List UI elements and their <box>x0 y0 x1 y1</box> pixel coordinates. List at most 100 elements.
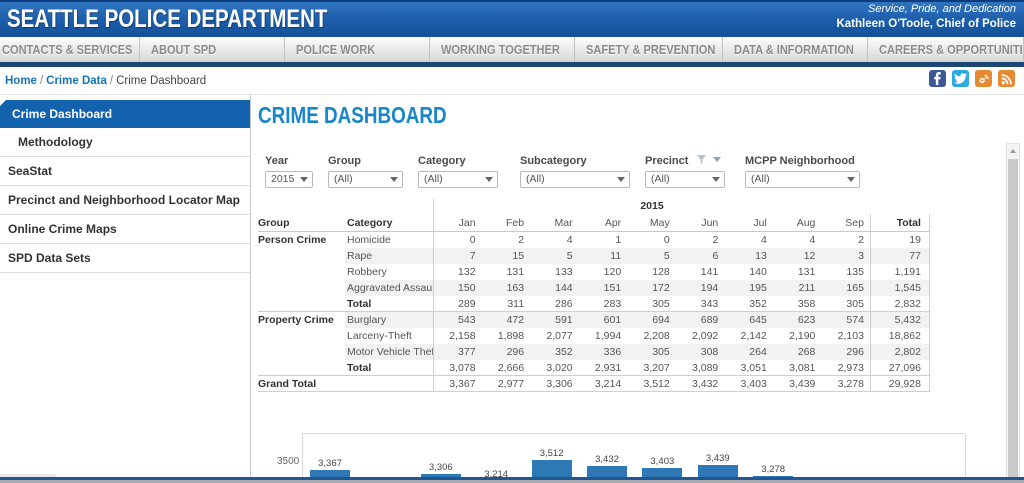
breadcrumb-row: Home / Crime Data / Crime Dashboard <box>0 67 1024 95</box>
value-cell: 694 <box>627 312 676 328</box>
nav-item-police-work[interactable]: POLICE WORK <box>285 37 430 62</box>
value-cell: 543 <box>433 312 482 328</box>
chevron-down-icon <box>300 177 308 182</box>
value-cell: 1,994 <box>594 330 622 342</box>
value-cell: 472 <box>481 312 531 328</box>
nav-item-safety-prevention[interactable]: SAFETY & PREVENTION <box>575 37 723 62</box>
rss-icon[interactable] <box>998 70 1015 87</box>
nav-item-contacts-services[interactable]: CONTACTS & SERVICES <box>0 37 140 62</box>
bar-value-label: 3,439 <box>705 453 730 465</box>
group-cell <box>258 264 345 280</box>
breadcrumb-link-home[interactable]: Home <box>5 75 37 87</box>
funnel-icon[interactable] <box>697 155 706 164</box>
group-cell <box>258 328 345 344</box>
filter-dropdown-mcpp-neighborhood[interactable]: (All) <box>745 171 860 188</box>
sidebar-item-crime-dashboard[interactable]: Crime Dashboard <box>0 100 250 128</box>
filter-dropdown-subcategory[interactable]: (All) <box>520 171 630 188</box>
table-row: Aggravated Assault 150 163 144 151 172 194 195 2… <box>258 280 930 296</box>
filter-group: Group (All) <box>328 155 403 188</box>
sidebar-item-spd-data-sets[interactable]: SPD Data Sets <box>0 244 250 273</box>
value-cell: 2,666 <box>497 362 525 374</box>
value-cell: 3,078 <box>433 360 482 375</box>
scrollbar-thumb[interactable] <box>1008 159 1018 477</box>
total-cell: 2,832 <box>869 296 930 311</box>
page-title: CRIME DASHBOARD <box>258 102 447 128</box>
total-cell: 1,191 <box>869 264 930 280</box>
twitter-icon[interactable] <box>952 70 969 87</box>
category-cell: Total <box>347 298 372 310</box>
filter-menu-caret-icon[interactable] <box>713 157 721 162</box>
value-cell: 296 <box>821 344 870 360</box>
table-row: Motor Vehicle Theft 377 296 352 336 305 308 264… <box>258 344 930 360</box>
col-header-month: Apr <box>604 217 622 229</box>
value-cell: 1,898 <box>497 330 525 342</box>
filter-value: (All) <box>334 173 353 185</box>
table-row: Total 3,078 2,666 3,020 2,931 3,207 3,089 3,051… <box>258 360 930 376</box>
value-cell: 286 <box>555 298 573 310</box>
group-cell <box>258 344 345 360</box>
sidebar-item-methodology[interactable]: Methodology <box>0 128 250 157</box>
embed-scrollbar[interactable] <box>1006 143 1020 483</box>
value-cell: 3,439 <box>789 378 816 390</box>
value-cell: 2,103 <box>837 330 864 342</box>
value-cell: 3,207 <box>643 362 670 374</box>
nav-item-data-information[interactable]: DATA & INFORMATION <box>723 37 868 62</box>
filter-value: (All) <box>424 173 443 185</box>
category-cell: Larceny-Theft <box>347 330 412 342</box>
filter-label: Precinct <box>645 155 725 167</box>
sidebar-item-precinct-and-neighborhood-locator-map[interactable]: Precinct and Neighborhood Locator Map <box>0 186 250 215</box>
value-cell: 0 <box>663 234 670 246</box>
chevron-down-icon <box>390 177 398 182</box>
scroll-up-button[interactable] <box>1007 144 1019 157</box>
value-cell: 5 <box>530 248 579 264</box>
value-cell: 2,158 <box>433 328 482 344</box>
category-cell: Aggravated Assault <box>345 280 433 296</box>
chart-plot-area <box>302 433 966 483</box>
value-cell: 2 <box>712 234 719 246</box>
value-cell: 3,051 <box>740 362 767 374</box>
filter-dropdown-year[interactable]: 2015 <box>265 171 313 188</box>
filter-label: Category <box>418 155 466 167</box>
filter-value: (All) <box>651 173 670 185</box>
sidebar-item-seastat[interactable]: SeaStat <box>0 157 250 186</box>
category-cell <box>345 376 433 391</box>
nav-item-working-together[interactable]: WORKING TOGETHER <box>430 37 575 62</box>
breadcrumb-link-crime-data[interactable]: Crime Data <box>46 75 107 87</box>
value-cell: 172 <box>627 280 676 296</box>
col-header-month: May <box>649 217 670 229</box>
col-header-month: Feb <box>506 217 525 229</box>
filter-dropdown-category[interactable]: (All) <box>418 171 498 188</box>
total-cell: 1,545 <box>869 280 930 296</box>
total-cell: 2,802 <box>869 344 930 360</box>
col-header-month: Jun <box>701 217 719 229</box>
chevron-down-icon <box>712 177 720 182</box>
value-cell: 151 <box>578 280 628 296</box>
value-cell: 268 <box>772 344 822 360</box>
value-cell: 141 <box>700 266 719 278</box>
nav-item-careers-opportunities[interactable]: CAREERS & OPPORTUNITIES <box>868 37 1024 62</box>
facebook-icon[interactable] <box>929 70 946 87</box>
table-row: Property Crime Burglary 543 472 591 601 694 689… <box>258 312 930 328</box>
site-motto: Service, Pride, and Dedication <box>868 3 1016 15</box>
value-cell: 6 <box>675 248 725 264</box>
value-cell: 591 <box>530 312 579 328</box>
col-header-group: Group <box>258 217 290 229</box>
filter-dropdown-precinct[interactable]: (All) <box>645 171 725 188</box>
value-cell: 3,278 <box>837 378 864 390</box>
value-cell: 1 <box>615 234 622 246</box>
chief-of-police: Kathleen O'Toole, Chief of Police <box>836 18 1016 30</box>
value-cell: 296 <box>481 344 531 360</box>
value-cell: 131 <box>506 266 525 278</box>
sidebar-item-online-crime-maps[interactable]: Online Crime Maps <box>0 215 250 244</box>
value-cell: 165 <box>821 280 870 296</box>
value-cell: 3,081 <box>789 362 816 374</box>
filter-dropdown-group[interactable]: (All) <box>328 171 403 188</box>
value-cell: 2 <box>858 234 864 246</box>
blog-icon[interactable] <box>975 70 992 87</box>
value-cell: 574 <box>821 312 870 328</box>
nav-item-about-spd[interactable]: ABOUT SPD <box>140 37 285 62</box>
group-cell: Property Crime <box>258 314 334 326</box>
value-cell: 3,403 <box>740 378 767 390</box>
category-cell: Homicide <box>347 234 391 246</box>
filter-value: (All) <box>751 173 770 185</box>
